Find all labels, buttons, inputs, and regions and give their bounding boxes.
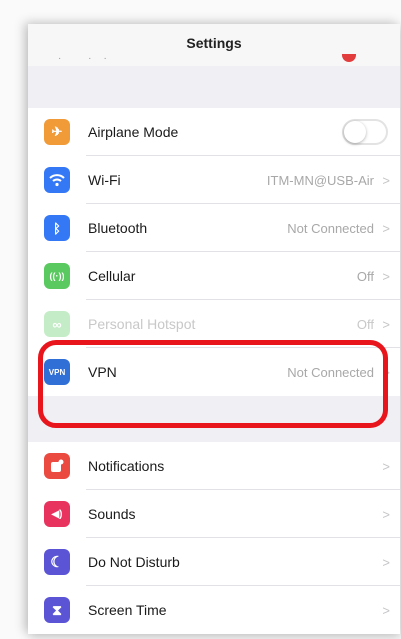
moon-icon: ☾ xyxy=(44,549,70,575)
chevron-right-icon: > xyxy=(382,316,390,332)
chevron-right-icon: > xyxy=(382,268,390,284)
hotspot-icon: ∞ xyxy=(44,311,70,337)
nav-bar: Settings · ·· xyxy=(28,24,400,66)
row-label: Wi-Fi xyxy=(88,172,121,188)
status-bar-remnant: · ·· xyxy=(58,56,119,62)
row-label: Sounds xyxy=(88,506,136,522)
bluetooth-icon: ᛒ xyxy=(44,215,70,241)
row-value: Off xyxy=(356,316,374,332)
chevron-right-icon: > xyxy=(382,172,390,188)
row-value: Not Connected xyxy=(287,220,374,236)
airplane-icon: ✈ xyxy=(44,119,70,145)
chevron-right-icon: > xyxy=(382,220,390,236)
settings-row-screen-time[interactable]: ⧗ Screen Time > xyxy=(28,586,400,634)
chevron-right-icon: > xyxy=(382,554,390,570)
settings-row-cellular[interactable]: ((·)) Cellular Off > xyxy=(28,252,400,300)
chevron-right-icon: > xyxy=(382,458,390,474)
row-label: Cellular xyxy=(88,268,136,284)
vpn-highlight-annotation xyxy=(38,340,388,428)
status-bar-red-dot xyxy=(342,54,356,62)
row-value: Off xyxy=(356,268,374,284)
row-label: Screen Time xyxy=(88,602,167,618)
row-label: Airplane Mode xyxy=(88,124,179,140)
chevron-right-icon: > xyxy=(382,602,390,618)
settings-row-wifi[interactable]: Wi-Fi ITM-MN@USB-Air > xyxy=(28,156,400,204)
settings-screen: Settings · ·· ✈ Airplane Mode Wi-Fi ITM-… xyxy=(28,24,400,634)
settings-row-notifications[interactable]: Notifications > xyxy=(28,442,400,490)
sounds-icon: ◀) xyxy=(44,501,70,527)
settings-group-general: Notifications > ◀) Sounds > ☾ Do Not Dis… xyxy=(28,442,400,634)
row-label: Personal Hotspot xyxy=(88,316,196,332)
settings-row-sounds[interactable]: ◀) Sounds > xyxy=(28,490,400,538)
airplane-mode-toggle[interactable] xyxy=(342,119,388,145)
settings-row-do-not-disturb[interactable]: ☾ Do Not Disturb > xyxy=(28,538,400,586)
row-label: Notifications xyxy=(88,458,165,474)
page-title: Settings xyxy=(186,35,242,51)
hourglass-icon: ⧗ xyxy=(44,597,70,623)
settings-row-bluetooth[interactable]: ᛒ Bluetooth Not Connected > xyxy=(28,204,400,252)
settings-row-airplane[interactable]: ✈ Airplane Mode xyxy=(28,108,400,156)
notifications-icon xyxy=(44,453,70,479)
cellular-icon: ((·)) xyxy=(44,263,70,289)
wifi-icon xyxy=(44,167,70,193)
toggle-knob xyxy=(344,121,366,143)
row-value: ITM-MN@USB-Air xyxy=(266,172,374,188)
row-label: Do Not Disturb xyxy=(88,554,180,570)
row-label: Bluetooth xyxy=(88,220,148,236)
chevron-right-icon: > xyxy=(382,506,390,522)
